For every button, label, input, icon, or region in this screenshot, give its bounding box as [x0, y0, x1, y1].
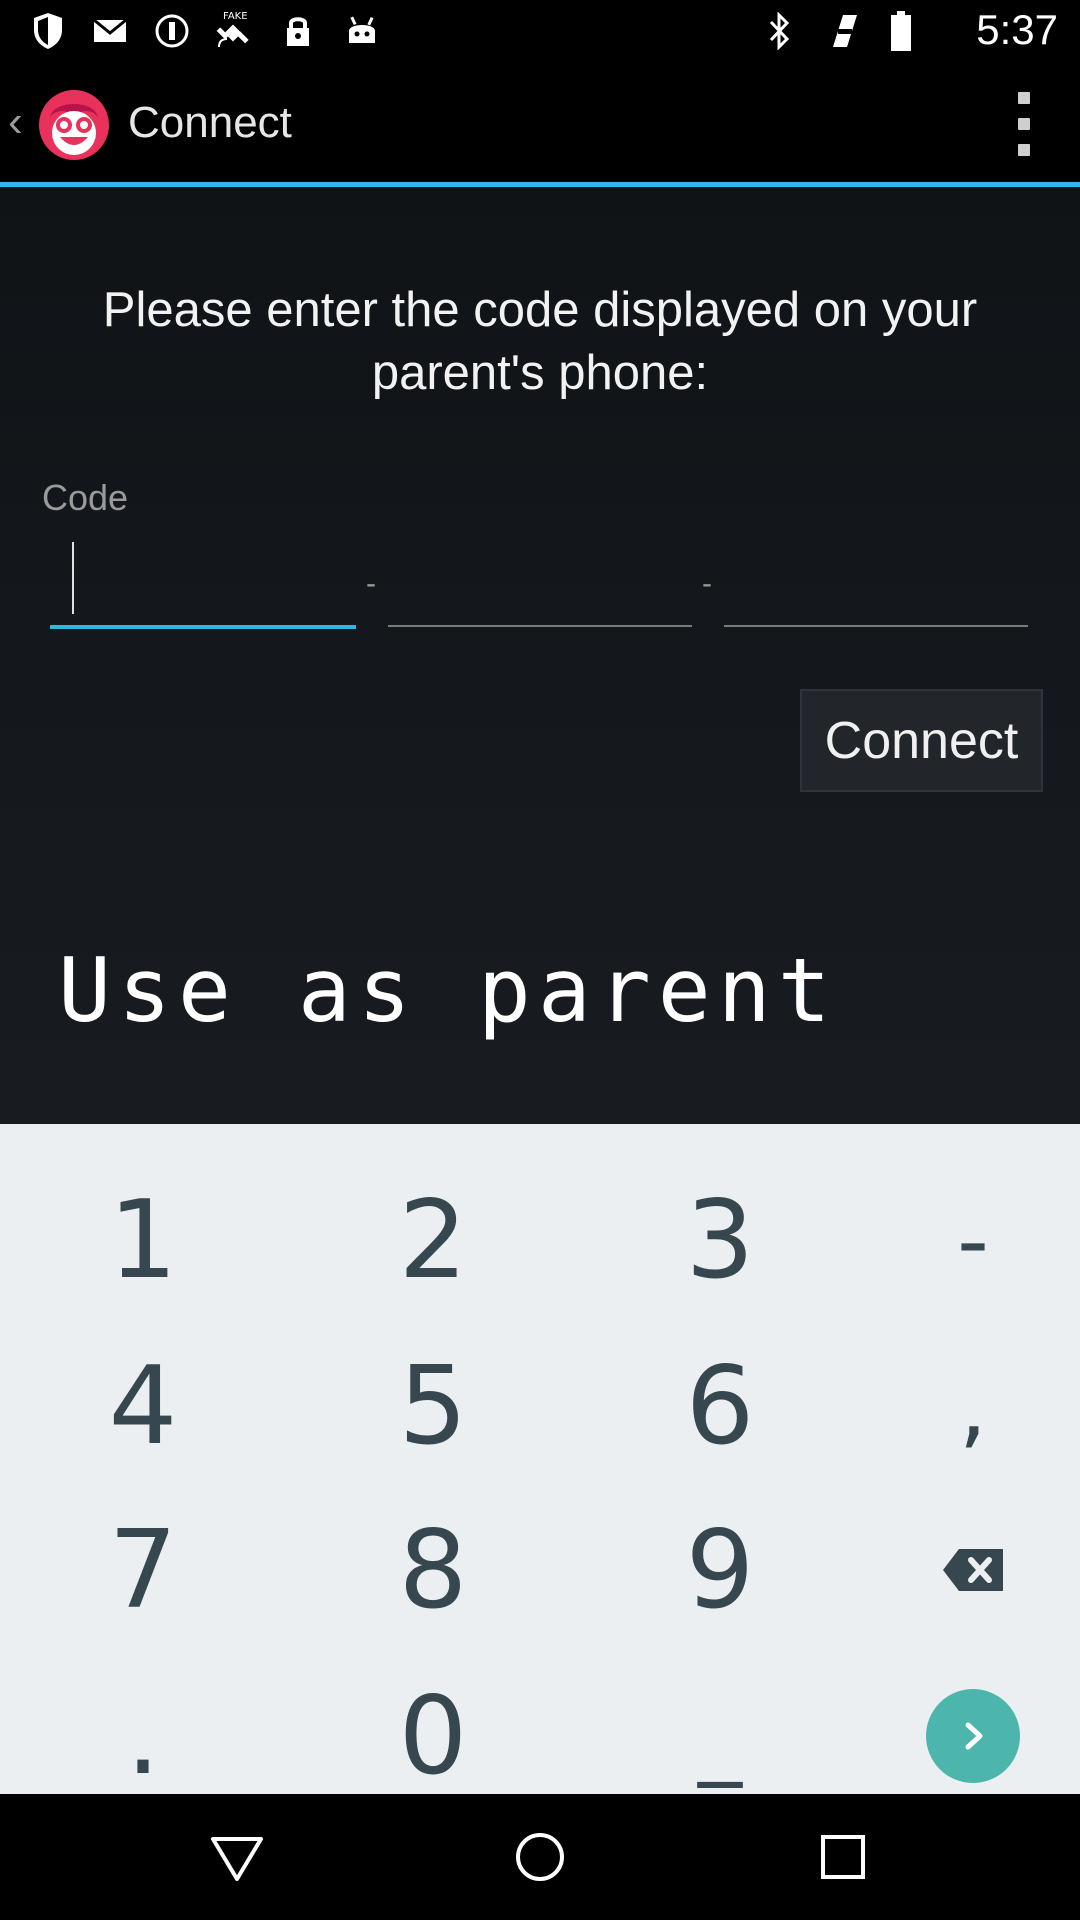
key-7[interactable]: 7 [8, 1488, 278, 1652]
code-field-2[interactable] [388, 537, 692, 627]
code-label: Code [42, 477, 129, 518]
key-comma[interactable]: , [838, 1324, 1080, 1488]
backspace-key[interactable] [838, 1488, 1080, 1652]
code-separator-2: - [702, 567, 712, 600]
instruction-text: Please enter the code displayed on your … [102, 283, 978, 400]
key-3[interactable]: 3 [585, 1158, 855, 1322]
fake-gps-icon: FAKE [212, 10, 260, 52]
svg-text:FAKE: FAKE [223, 11, 248, 22]
navigation-bar [0, 1794, 1080, 1920]
back-triangle-icon[interactable] [207, 1827, 267, 1887]
use-as-parent-link[interactable]: Use as parent [58, 939, 838, 1042]
recents-square-icon[interactable] [813, 1827, 873, 1887]
lock-icon [280, 10, 316, 52]
code-field-3[interactable] [724, 537, 1028, 627]
android-icon [342, 10, 382, 52]
text-cursor [72, 542, 74, 614]
smiley-face-logo[interactable] [38, 89, 110, 161]
action-bar-title: Connect [128, 98, 292, 147]
status-time: 5:37 [976, 6, 1058, 53]
battery-icon [886, 10, 916, 52]
key-6[interactable]: 6 [585, 1324, 855, 1488]
go-key-circle [926, 1689, 1020, 1783]
numeric-keyboard: 1 2 3 - 4 5 6 , 7 8 9 . 0 _ [0, 1124, 1080, 1799]
key-8[interactable]: 8 [298, 1488, 568, 1652]
mail-icon [90, 10, 130, 52]
status-bar: FAKE 5:37 [0, 0, 1080, 62]
signal-off-icon [826, 10, 862, 52]
code-field-1[interactable] [50, 537, 356, 629]
chevron-right-icon [965, 1722, 983, 1750]
key-4[interactable]: 4 [8, 1324, 278, 1488]
home-circle-icon[interactable] [510, 1827, 570, 1887]
bluetooth-icon [762, 10, 798, 52]
action-bar: ‹ Connect [0, 62, 1080, 182]
backspace-icon [943, 1549, 1003, 1591]
key-dash[interactable]: - [838, 1158, 1080, 1322]
overflow-menu-icon[interactable] [1006, 92, 1042, 156]
connect-form: Please enter the code displayed on your … [0, 187, 1080, 1124]
code-separator-1: - [366, 567, 376, 600]
key-1[interactable]: 1 [8, 1158, 278, 1322]
back-chevron-icon[interactable]: ‹ [8, 97, 23, 147]
key-2[interactable]: 2 [298, 1158, 568, 1322]
key-9[interactable]: 9 [585, 1488, 855, 1652]
shield-icon [28, 10, 68, 52]
connect-button[interactable]: Connect [800, 689, 1043, 792]
key-5[interactable]: 5 [298, 1324, 568, 1488]
alert-circle-icon [152, 10, 192, 52]
